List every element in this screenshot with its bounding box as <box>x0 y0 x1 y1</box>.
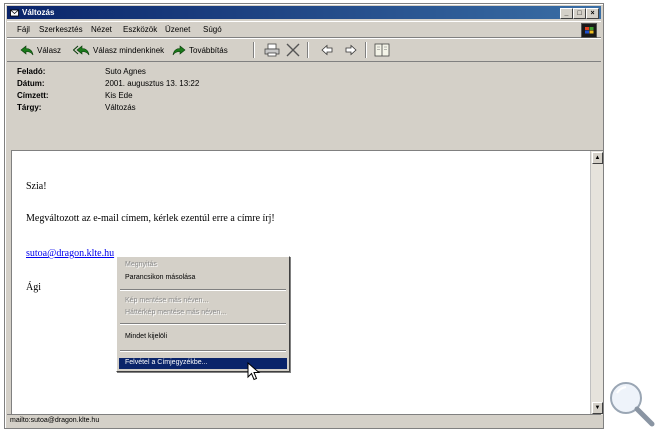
delete-x-icon <box>286 43 300 57</box>
envelope-icon <box>10 9 19 17</box>
reply-all-button[interactable]: Válasz mindenkinek <box>73 43 164 57</box>
menu-edit[interactable]: Szerkesztés <box>39 25 83 34</box>
mouse-cursor-icon <box>247 362 261 381</box>
menu-file[interactable]: Fájl <box>17 25 30 34</box>
message-body[interactable]: Szia! Megváltozott az e-mail címem, kérl… <box>11 150 603 415</box>
windows-logo-icon <box>581 23 597 38</box>
printer-icon <box>264 43 280 57</box>
forward-icon <box>172 45 186 56</box>
address-book-button[interactable] <box>373 43 393 57</box>
context-item-save-background[interactable]: Háttérkép mentése más néven... <box>125 309 226 316</box>
message-text: Megváltozott az e-mail címem, kérlek eze… <box>26 213 275 224</box>
menu-message[interactable]: Üzenet <box>165 25 190 34</box>
magnifier-icon[interactable] <box>606 378 658 428</box>
context-menu: Megnyitás Parancsikon másolása Kép menté… <box>116 256 290 372</box>
message-signature: Ági <box>26 282 41 293</box>
message-greeting: Szia! <box>26 181 47 192</box>
context-item-save-picture[interactable]: Kép mentése más néven... <box>125 297 208 304</box>
context-item-open[interactable]: Megnyitás <box>125 261 157 268</box>
context-separator <box>120 323 286 324</box>
toolbar-separator <box>253 42 254 58</box>
menu-view[interactable]: Nézet <box>91 25 112 34</box>
previous-button[interactable] <box>319 43 337 57</box>
toolbar: Válasz Válasz mindenkinek Továbbítás <box>7 38 601 62</box>
reply-button[interactable]: Válasz <box>19 43 61 57</box>
scroll-up-arrow-icon[interactable]: ▲ <box>592 152 603 164</box>
title-bar[interactable]: Változás _ □ × <box>7 6 601 19</box>
context-item-select-all[interactable]: Mindet kijelöli <box>125 333 167 340</box>
delete-button[interactable] <box>285 43 303 57</box>
vertical-scrollbar[interactable]: ▲ ▼ <box>590 151 603 415</box>
address-book-icon <box>374 43 390 57</box>
email-link[interactable]: sutoa@dragon.klte.hu <box>26 248 114 259</box>
next-button[interactable] <box>343 43 361 57</box>
menu-bar: Fájl Szerkesztés Nézet Eszközök Üzenet S… <box>7 21 601 38</box>
reply-icon <box>20 45 34 56</box>
mail-window: Változás _ □ × Fájl Szerkesztés Nézet Es… <box>4 3 604 429</box>
toolbar-separator <box>307 42 308 58</box>
arrow-left-icon <box>321 44 333 56</box>
forward-button[interactable]: Továbbítás <box>171 43 228 57</box>
print-button[interactable] <box>263 43 283 57</box>
minimize-button[interactable]: _ <box>560 8 573 19</box>
context-item-copy-shortcut[interactable]: Parancsikon másolása <box>125 274 195 281</box>
maximize-button[interactable]: □ <box>573 8 586 19</box>
close-button[interactable]: × <box>586 8 599 19</box>
status-bar: mailto:sutoa@dragon.klte.hu <box>7 414 601 427</box>
window-title: Változás <box>22 8 55 17</box>
reply-all-icon <box>73 45 90 56</box>
menu-help[interactable]: Súgó <box>203 25 222 34</box>
status-text: mailto:sutoa@dragon.klte.hu <box>10 417 100 424</box>
context-separator <box>120 350 286 351</box>
scroll-down-arrow-icon[interactable]: ▼ <box>592 402 603 414</box>
arrow-right-icon <box>345 44 357 56</box>
toolbar-separator <box>365 42 366 58</box>
context-separator <box>120 289 286 290</box>
context-item-add-to-address-book[interactable]: Felvétel a Címjegyzékbe... <box>119 358 287 369</box>
menu-tools[interactable]: Eszközök <box>123 25 157 34</box>
